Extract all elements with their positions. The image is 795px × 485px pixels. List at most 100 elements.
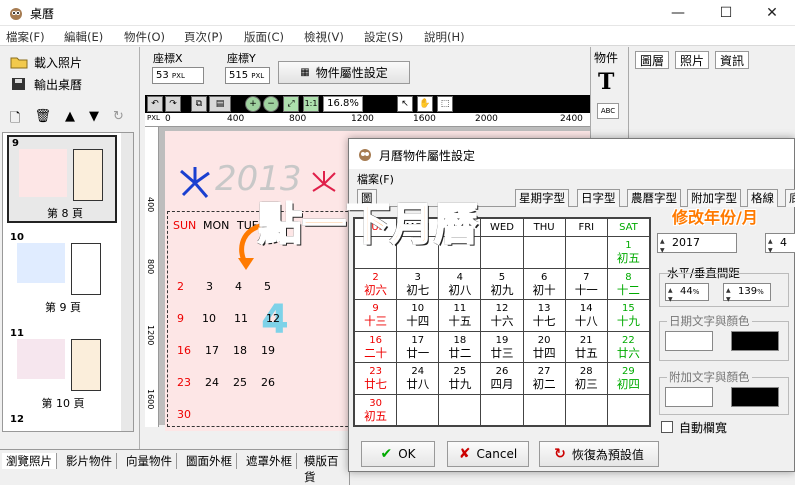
calendar-day-cell[interactable]: [480, 236, 524, 269]
zoom-in-icon[interactable]: +: [245, 96, 261, 112]
new-page-icon[interactable]: 🗋: [10, 109, 20, 131]
calendar-day-cell[interactable]: 19 廿三: [480, 330, 524, 363]
select-area-icon[interactable]: ⬚: [437, 96, 453, 112]
redo-icon[interactable]: ↷: [165, 96, 181, 112]
year-spinner[interactable]: 2017: [657, 233, 737, 260]
calendar-day-cell[interactable]: 28 初三: [564, 362, 608, 395]
coord-x-field[interactable]: 53 PXL: [152, 67, 204, 84]
tab-templates[interactable]: 模版百貨: [300, 453, 350, 485]
menu-object[interactable]: 物件(O): [124, 29, 165, 45]
tab-vector-objects[interactable]: 向量物件: [122, 453, 177, 469]
abc-tool-icon[interactable]: ABC: [597, 103, 619, 119]
calendar-day-cell[interactable]: 12 十六: [480, 299, 524, 332]
calendar-day-cell[interactable]: [396, 393, 440, 426]
dialog-menu-file[interactable]: 檔案(F): [357, 171, 394, 187]
delete-page-icon[interactable]: 🗑: [34, 109, 51, 131]
page-thumb-9[interactable]: 10 第 9 頁: [7, 231, 117, 319]
move-up-icon[interactable]: ▲: [65, 109, 75, 131]
export-calendar-button[interactable]: 輸出桌曆: [10, 75, 82, 93]
pointer-icon[interactable]: ↖: [397, 96, 413, 112]
calendar-day-cell[interactable]: 11 十五: [438, 299, 482, 332]
page-thumb-11[interactable]: 12: [7, 413, 117, 431]
calendar-day-cell[interactable]: 2 初六: [353, 267, 398, 300]
calendar-day-cell[interactable]: 10 十四: [396, 299, 440, 332]
date-color-swatch[interactable]: [731, 331, 779, 351]
maximize-button[interactable]: ☐: [703, 0, 749, 26]
load-photo-button[interactable]: 載入照片: [10, 53, 82, 71]
calendar-day-cell[interactable]: 4 初八: [438, 267, 482, 300]
tab-video-objects[interactable]: 影片物件: [62, 453, 117, 469]
calendar-day-cell[interactable]: 15 十九: [606, 299, 651, 332]
tab-layers[interactable]: 圖層: [635, 51, 670, 69]
tab-weekday-font[interactable]: 星期字型: [515, 189, 569, 207]
text-tool-icon[interactable]: T: [598, 69, 614, 95]
copy-icon[interactable]: ⧉: [191, 96, 207, 112]
calendar-day-cell[interactable]: 3 初七: [396, 267, 440, 300]
calendar-day-cell[interactable]: [522, 236, 566, 269]
calendar-day-cell[interactable]: 1 初五: [606, 236, 651, 269]
tab-browse-photos[interactable]: 瀏覽照片: [2, 453, 57, 469]
calendar-day-cell[interactable]: 14 十八: [564, 299, 608, 332]
calendar-day-cell[interactable]: [522, 393, 566, 426]
zoom-level[interactable]: 16.8%: [323, 96, 363, 112]
calendar-day-cell[interactable]: [438, 393, 482, 426]
month-spinner[interactable]: 4: [765, 233, 795, 260]
tab-photos[interactable]: 照片: [675, 51, 710, 69]
calendar-day-cell[interactable]: 13 十七: [522, 299, 566, 332]
coord-y-field[interactable]: 515 PXL: [225, 67, 270, 84]
menu-edit[interactable]: 編輯(E): [64, 29, 103, 45]
calendar-day-cell[interactable]: 17 廿一: [396, 330, 440, 363]
zoom-out-icon[interactable]: −: [263, 96, 279, 112]
calendar-day-cell[interactable]: 24 廿八: [396, 362, 440, 395]
auto-width-checkbox[interactable]: [661, 421, 673, 433]
page-thumb-10[interactable]: 11 第 10 頁: [7, 327, 117, 415]
ok-button[interactable]: ✔ OK: [361, 441, 435, 467]
page-thumb-8[interactable]: 9 第 8 頁: [7, 135, 117, 223]
tab-day-font[interactable]: 日字型: [577, 189, 620, 207]
calendar-day-cell[interactable]: 7 十一: [564, 267, 608, 300]
tab-frames[interactable]: 圖面外框: [182, 453, 237, 469]
tab-mask-frames[interactable]: 遮罩外框: [242, 453, 297, 469]
thumbs-scrollbar[interactable]: [121, 133, 133, 431]
calendar-day-cell[interactable]: 21 廿五: [564, 330, 608, 363]
calendar-day-cell[interactable]: 30 初五: [353, 393, 398, 426]
paste-icon[interactable]: ▤: [209, 96, 231, 112]
object-properties-button[interactable]: ▦ 物件屬性設定: [278, 61, 410, 84]
calendar-day-cell[interactable]: 23 廿七: [353, 362, 398, 395]
fit-icon[interactable]: ⤢: [283, 96, 299, 112]
calendar-day-cell[interactable]: 9 十三: [353, 299, 398, 332]
calendar-day-cell[interactable]: 16 二十: [353, 330, 398, 363]
calendar-day-cell[interactable]: [606, 393, 651, 426]
vertical-spacing-spinner[interactable]: 139%: [723, 283, 771, 308]
menu-settings[interactable]: 設定(S): [364, 29, 403, 45]
menu-file[interactable]: 檔案(F): [6, 29, 45, 45]
menu-help[interactable]: 說明(H): [424, 29, 465, 45]
actual-size-icon[interactable]: 1:1: [303, 96, 319, 112]
calendar-day-cell[interactable]: 5 初九: [480, 267, 524, 300]
refresh-icon[interactable]: ↻: [113, 109, 124, 131]
calendar-day-cell[interactable]: 27 初二: [522, 362, 566, 395]
menu-view[interactable]: 檢視(V): [304, 29, 344, 45]
close-button[interactable]: ✕: [749, 0, 795, 26]
menu-page[interactable]: 頁次(P): [184, 29, 223, 45]
date-text-field[interactable]: [665, 331, 713, 351]
calendar-day-cell[interactable]: [564, 393, 608, 426]
calendar-day-cell[interactable]: 8 十二: [606, 267, 651, 300]
calendar-day-cell[interactable]: 20 廿四: [522, 330, 566, 363]
calendar-day-cell[interactable]: 18 廿二: [438, 330, 482, 363]
move-down-icon[interactable]: ▼: [89, 109, 99, 131]
cancel-button[interactable]: ✘ Cancel: [447, 441, 529, 467]
tab-info[interactable]: 資訊: [715, 51, 750, 69]
calendar-day-cell[interactable]: [480, 393, 524, 426]
calendar-day-cell[interactable]: 26 四月: [480, 362, 524, 395]
minimize-button[interactable]: —: [655, 0, 701, 26]
calendar-day-cell[interactable]: [564, 236, 608, 269]
reset-defaults-button[interactable]: ↻ 恢復為預設值: [539, 441, 659, 467]
calendar-day-cell[interactable]: 29 初四: [606, 362, 651, 395]
hand-icon[interactable]: ✋: [417, 96, 433, 112]
menu-layout[interactable]: 版面(C): [244, 29, 284, 45]
extra-color-swatch[interactable]: [731, 387, 779, 407]
extra-text-field[interactable]: [665, 387, 713, 407]
tab-background[interactable]: 底: [785, 189, 795, 207]
calendar-day-cell[interactable]: 25 廿九: [438, 362, 482, 395]
